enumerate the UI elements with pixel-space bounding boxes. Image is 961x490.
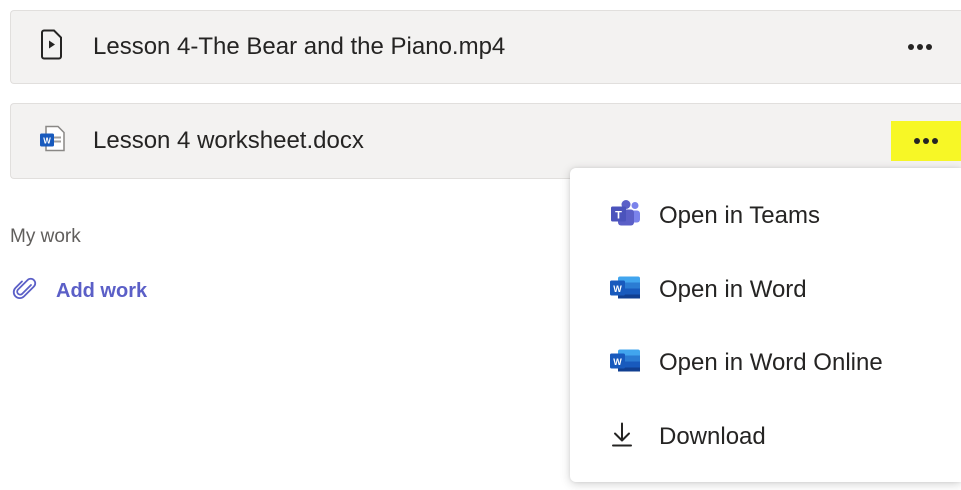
svg-text:W: W bbox=[613, 284, 622, 294]
more-options-button[interactable] bbox=[891, 121, 961, 161]
my-work-heading: My work bbox=[10, 226, 81, 247]
menu-item-open-in-word-online[interactable]: W Open in Word Online bbox=[570, 333, 961, 393]
svg-text:W: W bbox=[43, 137, 51, 146]
file-card-video[interactable]: Lesson 4-The Bear and the Piano.mp4 bbox=[10, 10, 961, 84]
menu-item-open-in-word[interactable]: W Open in Word bbox=[570, 260, 961, 320]
menu-item-download[interactable]: Download bbox=[570, 407, 961, 467]
menu-item-label: Open in Word Online bbox=[659, 349, 883, 376]
word-file-icon: W bbox=[37, 124, 67, 159]
file-name[interactable]: Lesson 4 worksheet.docx bbox=[93, 127, 364, 155]
word-icon: W bbox=[608, 347, 642, 380]
paperclip-icon bbox=[12, 276, 38, 307]
download-icon bbox=[608, 420, 636, 455]
teams-icon: T bbox=[608, 200, 642, 233]
file-name[interactable]: Lesson 4-The Bear and the Piano.mp4 bbox=[93, 33, 505, 61]
add-work-label: Add work bbox=[56, 280, 148, 302]
svg-text:W: W bbox=[613, 357, 622, 367]
menu-item-open-in-teams[interactable]: T Open in Teams bbox=[570, 186, 961, 246]
more-icon bbox=[914, 138, 938, 144]
more-icon bbox=[908, 44, 932, 50]
video-file-icon bbox=[39, 29, 63, 66]
menu-item-label: Open in Teams bbox=[659, 202, 820, 229]
menu-item-label: Download bbox=[659, 423, 766, 450]
file-context-menu: T Open in Teams W Open in Word W Open in… bbox=[570, 168, 961, 482]
word-icon: W bbox=[608, 274, 642, 307]
svg-text:T: T bbox=[615, 210, 622, 222]
more-options-button[interactable] bbox=[883, 26, 957, 68]
menu-item-label: Open in Word bbox=[659, 276, 807, 303]
add-work-button[interactable]: Add work bbox=[12, 276, 147, 307]
